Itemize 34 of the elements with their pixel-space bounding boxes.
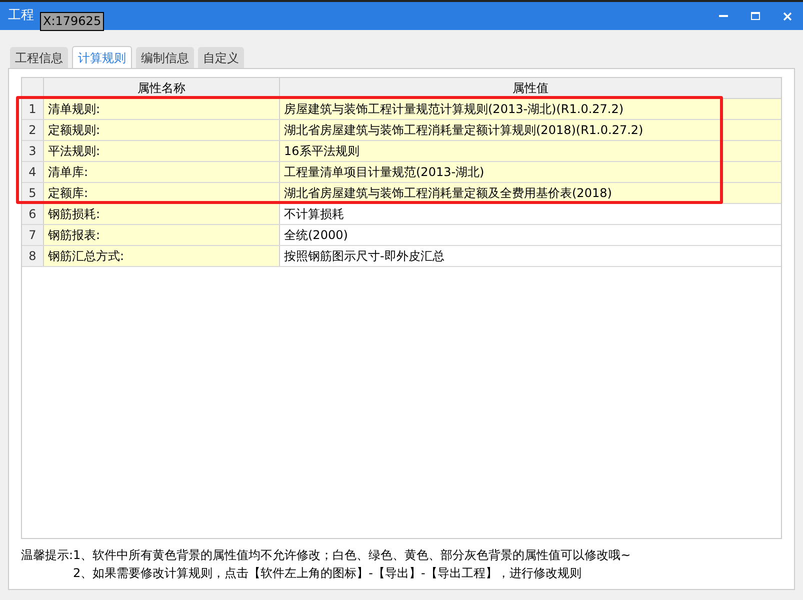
table-cell: 钢筋报表:	[44, 225, 280, 245]
table-cell: 湖北省房屋建筑与装饰工程消耗量定额计算规则(2018)(R1.0.27.2)	[280, 120, 781, 140]
column-header: 属性值	[512, 80, 550, 97]
tip-text: 2、如果需要修改计算规则，点击【软件左上角的图标】-【导出】-【导出工程】，进行修改规则	[72, 565, 582, 582]
row-number: 8	[22, 246, 44, 266]
close-icon	[782, 12, 792, 20]
row-number: 2	[22, 120, 44, 140]
table-cell: 平法规则:	[44, 141, 280, 161]
column-header: 属性名称	[44, 78, 280, 98]
table-cell: 定额库:	[44, 183, 280, 203]
tab[interactable]: 自定义	[198, 47, 244, 68]
row-number: 5	[22, 183, 44, 203]
coordinate-tooltip: X:179625	[40, 12, 104, 31]
row-number: 4	[22, 162, 44, 182]
table-cell: 湖北省房屋建筑与装饰工程消耗量定额及全费用基价表(2018)	[280, 183, 781, 203]
row-number: 1	[22, 99, 44, 119]
table-cell: 钢筋汇总方式:	[44, 246, 280, 266]
table-cell: 清单规则:	[44, 99, 280, 119]
tip-text: 温馨提示:1、软件中所有黄色背景的属性值均不允许修改；白色、绿色、黄色、部分灰色背景的属性值可以修改哦~	[21, 547, 632, 564]
table-cell: 清单库:	[44, 162, 280, 182]
table-cell: 工程量清单项目计量规范(2013-湖北)	[280, 162, 781, 182]
table-cell: 定额规则:	[44, 120, 280, 140]
tab[interactable]: 计算规则	[72, 46, 132, 69]
window-title: 工程	[8, 7, 34, 26]
table-cell: 房屋建筑与装饰工程计量规范计算规则(2013-湖北)(R1.0.27.2)	[280, 99, 781, 119]
row-number: 7	[22, 225, 44, 245]
minimize-icon	[718, 15, 728, 17]
table-cell: 16系平法规则	[280, 141, 781, 161]
row-number: 3	[22, 141, 44, 161]
table-cell: 钢筋损耗:	[44, 204, 280, 224]
tab[interactable]: 编制信息	[136, 47, 194, 68]
row-number: 6	[22, 204, 44, 224]
tab[interactable]: 工程信息	[10, 47, 68, 68]
maximize-icon	[750, 12, 760, 20]
